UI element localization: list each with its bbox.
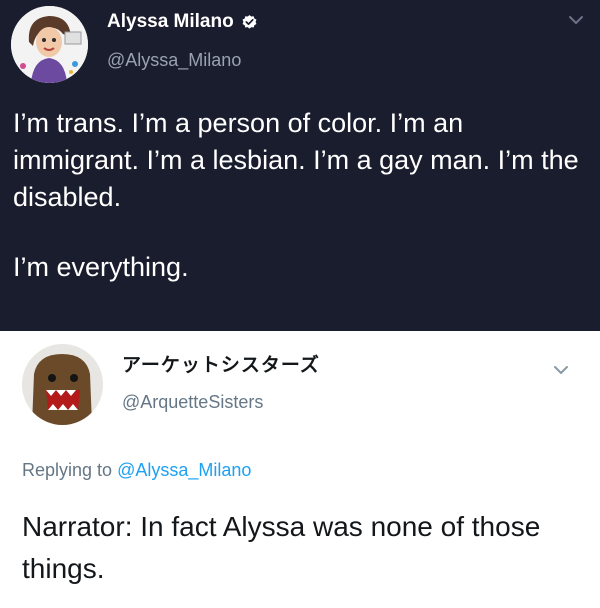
display-name[interactable]: Alyssa Milano	[107, 11, 234, 33]
handle[interactable]: @Alyssa_Milano	[107, 49, 241, 71]
reply-tweet: アーケットシスターズ @ArquetteSisters Replying to …	[0, 331, 600, 608]
cartoon-portrait-avatar-icon	[11, 6, 88, 83]
replying-to-line: Replying to @Alyssa_Milano	[22, 459, 251, 481]
display-name[interactable]: アーケットシスターズ	[122, 353, 320, 377]
replying-to-label: Replying to	[22, 460, 113, 480]
handle[interactable]: @ArquetteSisters	[122, 391, 263, 413]
tweet-text: I’m trans. I’m a person of color. I’m an…	[13, 105, 588, 286]
tweet-text-paragraph: I’m trans. I’m a person of color. I’m an…	[13, 108, 579, 212]
author-name-row: Alyssa Milano	[107, 11, 258, 33]
chevron-down-icon[interactable]	[567, 13, 585, 27]
original-tweet: Alyssa Milano @Alyssa_Milano I’m trans. …	[0, 0, 600, 331]
verified-badge-icon	[242, 14, 257, 29]
mention-link[interactable]: @Alyssa_Milano	[117, 460, 251, 480]
domo-avatar-icon	[22, 344, 103, 425]
chevron-down-icon[interactable]	[552, 363, 570, 377]
screenshot-page: Alyssa Milano @Alyssa_Milano I’m trans. …	[0, 0, 600, 608]
tweet-text-paragraph: I’m everything.	[13, 252, 189, 282]
avatar[interactable]	[22, 344, 103, 425]
tweet-text: Narrator: In fact Alyssa was none of tho…	[22, 511, 541, 584]
avatar[interactable]	[11, 6, 88, 83]
